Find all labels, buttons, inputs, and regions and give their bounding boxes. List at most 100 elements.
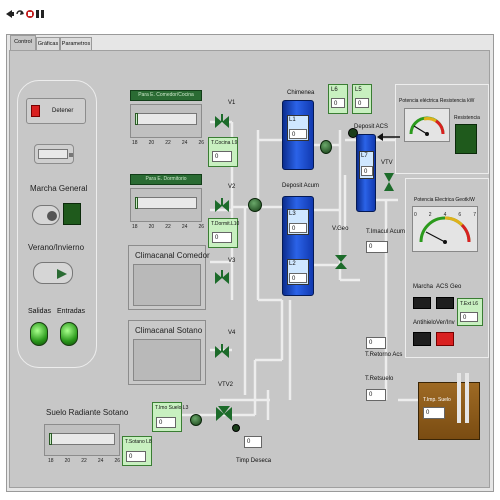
marcha-general-led [63,203,81,225]
valve-v3-icon[interactable] [214,270,230,286]
l5-value: 0 [355,98,369,108]
verano-invierno-label: Verano/Invierno [28,243,85,252]
t-impdeseca-value: 0 [244,436,262,448]
pump-chimenea-icon[interactable] [320,140,332,154]
climacanal-sotano-label: Climacanal Sotano [135,326,203,335]
dormitorio-scale: 18 20 22 24 26 [132,224,204,230]
dormitorio-setpoint-header: Para E. Dormitorio [130,174,202,185]
acs-geo-label: ACS Geo [436,284,462,290]
resistencia-led [455,124,477,154]
t-cocina-indicator: T.Cocina L9 0 [208,137,238,167]
valve-v2-icon[interactable] [214,198,230,214]
valve-v1-label: V1 [228,100,236,106]
ver-inv-label: Ver/Inv [436,320,455,326]
t-retsuelo-label: T.Retsuelo [365,376,394,382]
t-mov-value: 0 [156,417,176,428]
scale-tick: 24 [181,224,188,230]
t-ext-value: 0 [460,312,478,322]
acum-l3-label: L3 [289,211,296,217]
t-sotano-indicator: T.Sotano L8 0 [122,436,152,466]
scale-tick: 20 [64,458,71,464]
t-dormit-value: 0 [212,232,232,243]
suelo-radiante-tank: T.Imp. Suelo 0 [418,373,480,440]
valve-vtv2-icon[interactable] [215,405,233,423]
valve-v4-label: V4 [228,330,236,336]
entradas-led [60,322,78,346]
t-sotano-value: 0 [126,451,146,462]
scale-tick: 7 [473,212,476,218]
scale-tick: 18 [132,224,138,230]
t-ext-indicator: T.Ext L6 0 [457,298,483,326]
antihielo-label: Antihielo [413,320,437,326]
l5-label: L5 [355,87,362,93]
scale-tick: 22 [165,224,171,230]
verano-invierno-switch[interactable] [33,262,73,284]
acs-geo-led [436,297,454,309]
scale-tick: 24 [97,458,104,464]
scale-tick: 24 [181,140,188,146]
acum-l3-value: 0 [289,223,307,233]
scale-tick: 6 [458,212,462,218]
marcha-label: Marcha [413,284,434,290]
suelo-scale: 18 20 22 24 26 [48,458,120,464]
t-retorno-label: T.Retorno Acs [365,352,403,358]
scale-tick: 2 [428,212,432,218]
marcha-led [413,297,431,309]
t-imacum-label: T.Imacul Acum [366,229,406,235]
scale-tick: 18 [48,458,54,464]
valve-v4-icon[interactable] [214,344,230,360]
scale-tick: 0 [414,212,417,218]
stop-indicator [31,105,40,117]
climacanal-comedor-panel[interactable]: Climacanal Comedor [128,245,210,310]
dormitorio-setpoint-slider[interactable] [130,188,202,222]
entradas-label: Entradas [57,308,86,315]
scale-tick: 26 [198,140,204,146]
valve-v3-label: V3 [228,258,236,264]
scale-tick: 20 [148,140,155,146]
t-cocina-value: 0 [212,151,232,162]
t-dormit-indicator: T.Dormit.L10 0 [208,218,240,248]
t-sotano-label: T.Sotano L8 [125,439,152,445]
pump-circulador-icon[interactable] [248,198,262,212]
chimenea-l1-label: L1 [289,117,296,123]
t-mov-label: T.Imo Suelo L3 [155,405,189,411]
t-dormit-label: T.Dormit.L10 [211,221,240,227]
detener-label: Detener [52,108,74,114]
geo-scale: 0 2 4 6 7 [414,212,476,218]
resistencia-title: Potencia eléctrica Resistencia kW [399,98,475,104]
geo-title: Potencia Electrica Geotk/W [414,197,475,203]
scale-tick: 20 [148,224,155,230]
resistencia-label: Resistencia [454,115,480,121]
t-imacum-value: 0 [366,241,388,253]
comedor-setpoint-header: Para E. Comedor/Cocina [130,90,202,101]
ver-inv-led [436,332,454,346]
scale-tick: 22 [165,140,171,146]
t-retsuelo-value: 0 [366,389,386,401]
scale-tick: 26 [114,458,120,464]
acum-label: Deposit Acum [282,183,320,189]
salidas-led [30,322,48,346]
scale-tick: 26 [198,224,204,230]
valve-vgeo-icon[interactable] [334,254,348,270]
geotermia-group [405,178,489,358]
valve-vtv-label: VTV [381,160,393,166]
suelo-setpoint-slider[interactable] [44,424,120,456]
arrow-icon [377,133,400,141]
display-switch[interactable] [34,144,74,164]
acs-tank: L7 0 [356,134,376,212]
chimenea-label: Chimenea [287,90,315,96]
sensor-icon [232,424,240,432]
l6-label: L6 [331,87,338,93]
acum-l2-label: L2 [289,261,296,267]
scale-tick: 4 [443,212,447,218]
salidas-label: Salidas [28,308,51,315]
pump-suelo-icon[interactable] [190,414,202,426]
valve-vtv-icon[interactable] [383,172,395,192]
valve-v1-icon[interactable] [214,114,230,130]
comedor-setpoint-slider[interactable] [130,104,202,138]
valve-v2-label: V2 [228,184,236,190]
marcha-general-switch[interactable] [32,205,60,225]
l5-indicator: L5 0 [352,84,372,114]
climacanal-sotano-panel[interactable]: Climacanal Sotano [128,320,206,385]
chimenea-tank: L1 0 [282,100,314,170]
